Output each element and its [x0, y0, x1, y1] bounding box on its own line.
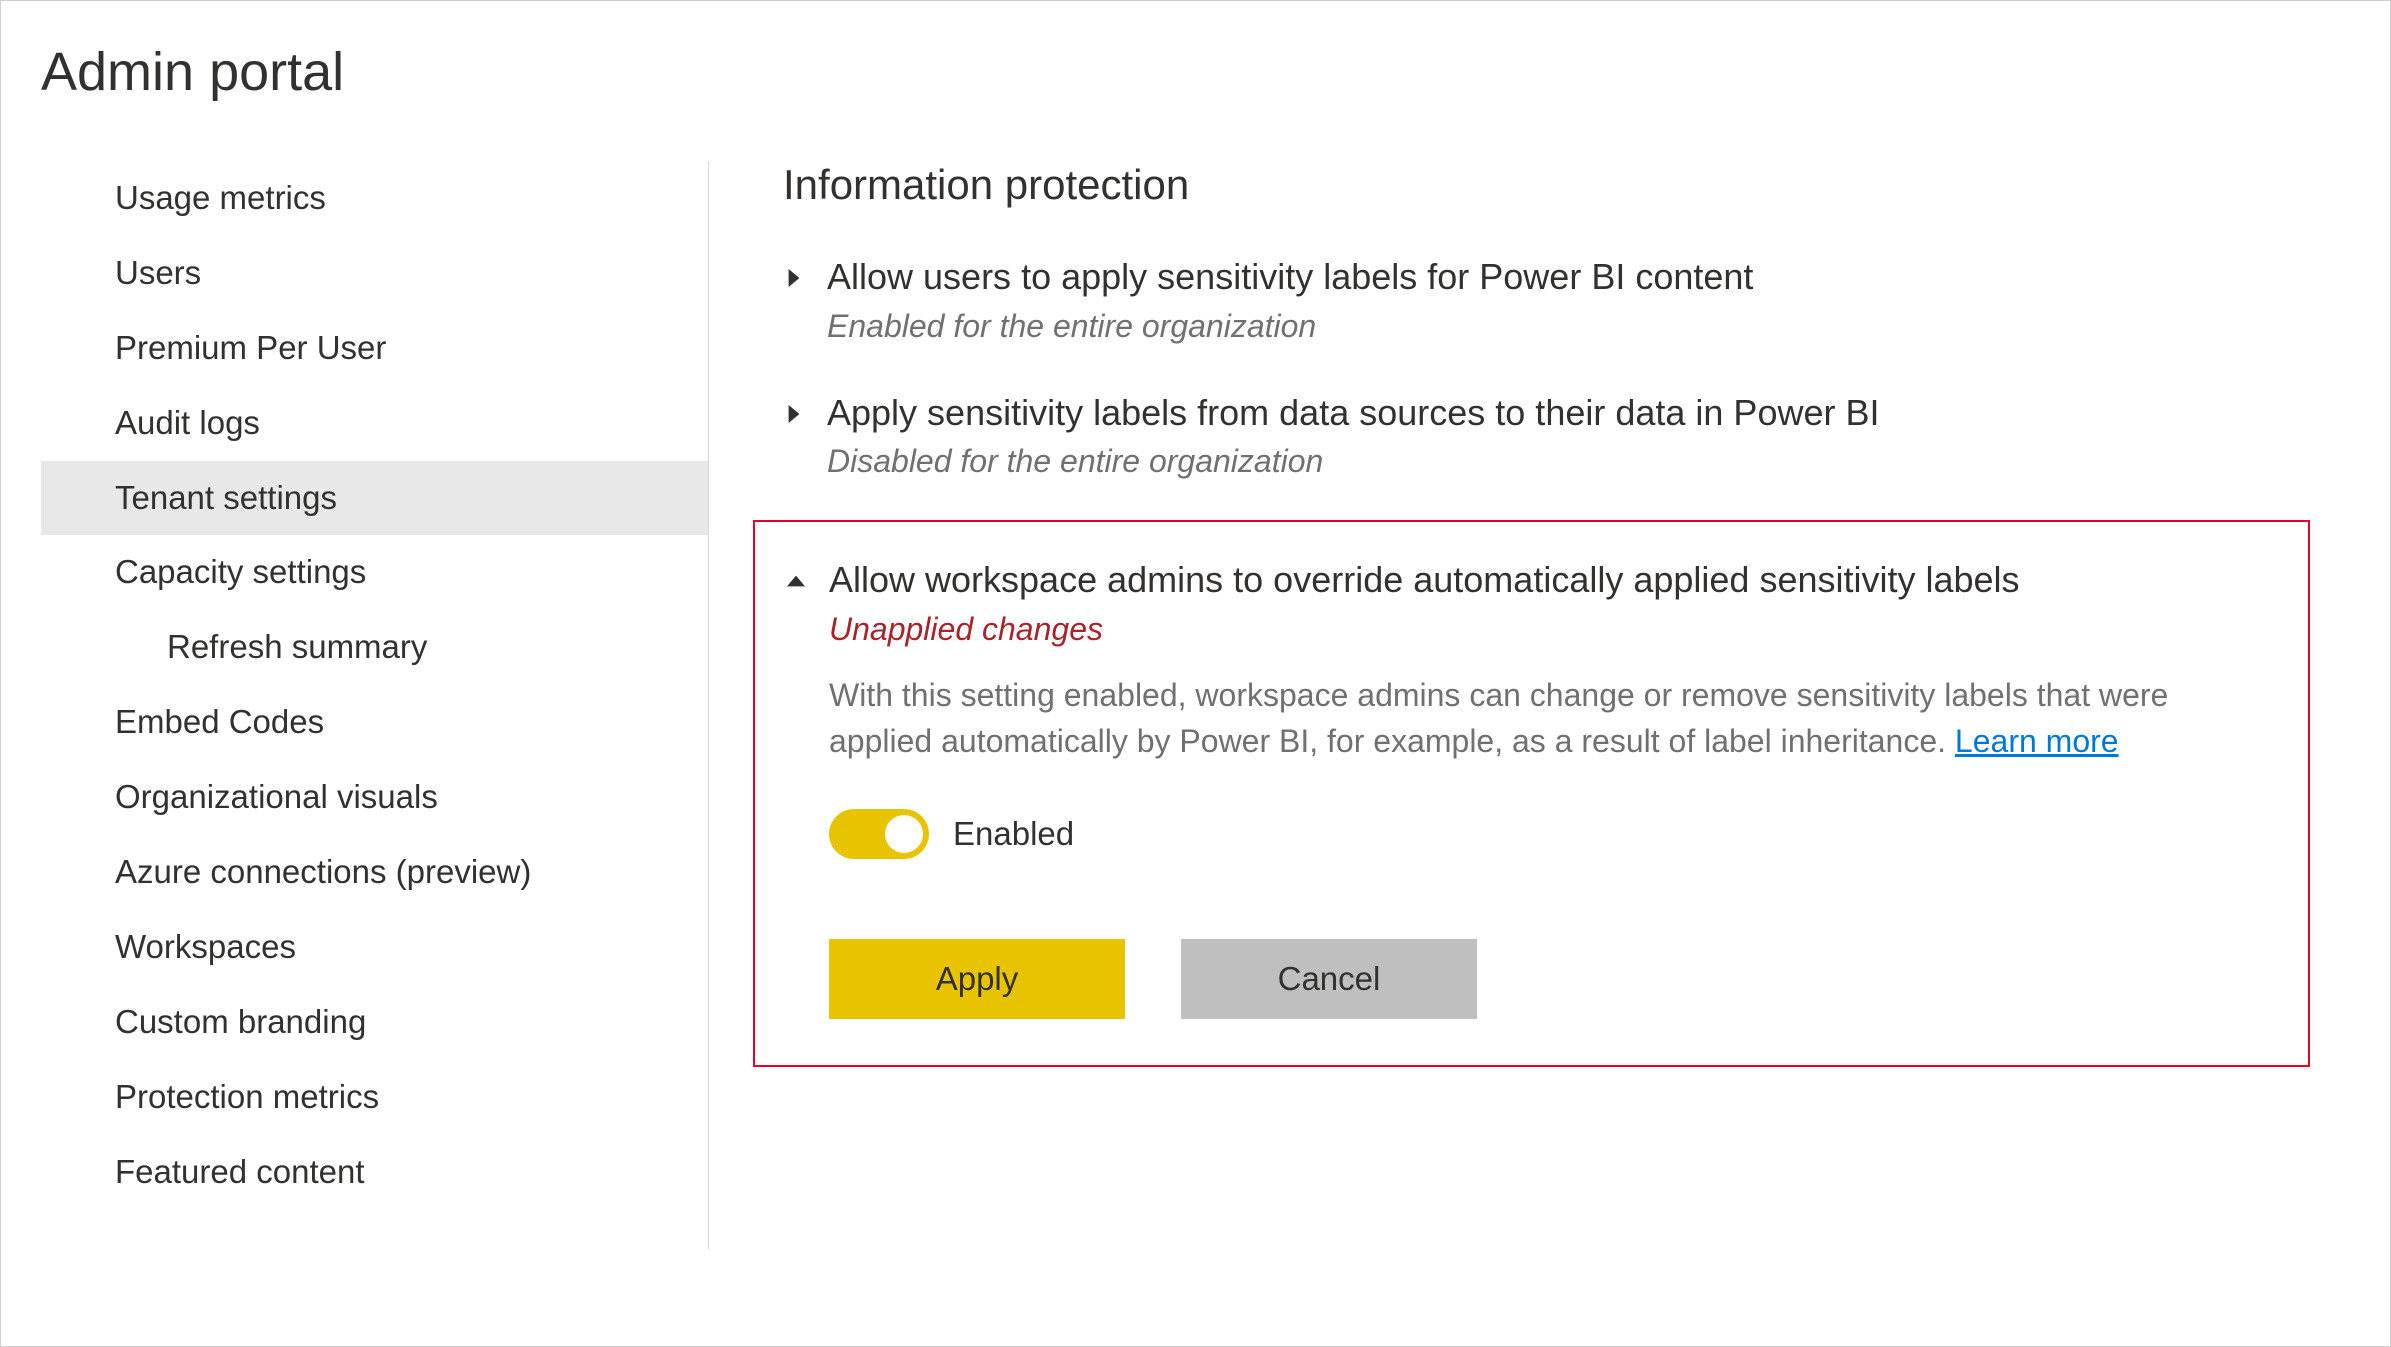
setting-status: Disabled for the entire organization: [827, 443, 2350, 480]
chevron-up-icon: [785, 570, 807, 592]
setting-title: Allow users to apply sensitivity labels …: [827, 253, 2350, 302]
toggle-knob: [885, 815, 923, 853]
sidebar-item-organizational-visuals[interactable]: Organizational visuals: [41, 760, 708, 835]
highlighted-setting-box: Allow workspace admins to override autom…: [753, 520, 2310, 1066]
button-row: Apply Cancel: [829, 939, 2308, 1019]
section-heading: Information protection: [783, 161, 2350, 209]
setting-header[interactable]: Allow workspace admins to override autom…: [785, 556, 2308, 1018]
sidebar-item-refresh-summary[interactable]: Refresh summary: [41, 610, 708, 685]
setting-status-unapplied: Unapplied changes: [829, 611, 2308, 648]
apply-button[interactable]: Apply: [829, 939, 1125, 1019]
sidebar-item-users[interactable]: Users: [41, 236, 708, 311]
setting-header[interactable]: Allow users to apply sensitivity labels …: [783, 253, 2350, 345]
setting-title: Apply sensitivity labels from data sourc…: [827, 389, 2350, 438]
sidebar-item-protection-metrics[interactable]: Protection metrics: [41, 1060, 708, 1135]
setting-row: Allow workspace admins to override autom…: [755, 556, 2308, 1018]
setting-header[interactable]: Apply sensitivity labels from data sourc…: [783, 389, 2350, 481]
cancel-button[interactable]: Cancel: [1181, 939, 1477, 1019]
toggle-label: Enabled: [953, 815, 1074, 853]
chevron-right-icon: [783, 267, 805, 289]
setting-status: Enabled for the entire organization: [827, 308, 2350, 345]
sidebar-item-usage-metrics[interactable]: Usage metrics: [41, 161, 708, 236]
sidebar-item-audit-logs[interactable]: Audit logs: [41, 386, 708, 461]
page-title: Admin portal: [1, 1, 2390, 103]
sidebar-item-custom-branding[interactable]: Custom branding: [41, 985, 708, 1060]
setting-row: Allow users to apply sensitivity labels …: [783, 253, 2350, 345]
sidebar-item-capacity-settings[interactable]: Capacity settings: [41, 535, 708, 610]
sidebar-item-featured-content[interactable]: Featured content: [41, 1135, 708, 1210]
sidebar-item-tenant-settings[interactable]: Tenant settings: [41, 461, 708, 536]
enabled-toggle[interactable]: [829, 809, 929, 859]
toggle-row: Enabled: [829, 809, 2308, 859]
setting-description: With this setting enabled, workspace adm…: [829, 672, 2229, 765]
sidebar-item-embed-codes[interactable]: Embed Codes: [41, 685, 708, 760]
sidebar-item-premium-per-user[interactable]: Premium Per User: [41, 311, 708, 386]
content-area: Information protection Allow users to ap…: [709, 161, 2390, 1249]
chevron-right-icon: [783, 403, 805, 425]
setting-row: Apply sensitivity labels from data sourc…: [783, 389, 2350, 481]
sidebar: Usage metricsUsersPremium Per UserAudit …: [41, 161, 709, 1249]
learn-more-link[interactable]: Learn more: [1955, 718, 2119, 764]
sidebar-item-workspaces[interactable]: Workspaces: [41, 910, 708, 985]
sidebar-item-azure-connections-preview[interactable]: Azure connections (preview): [41, 835, 708, 910]
setting-title: Allow workspace admins to override autom…: [829, 556, 2308, 605]
